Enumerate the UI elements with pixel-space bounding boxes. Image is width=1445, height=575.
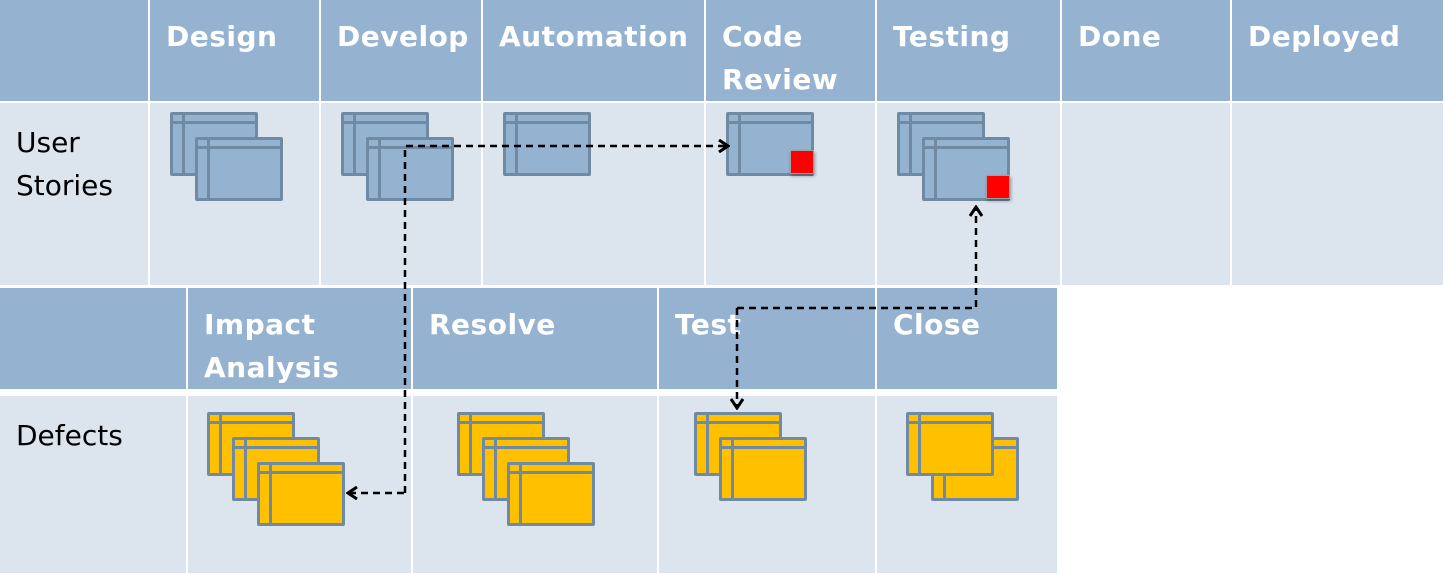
dependency-arrows (0, 0, 1445, 575)
arrow-test-to-testing (737, 207, 976, 310)
arrow-defect-to-code-review (403, 146, 728, 493)
